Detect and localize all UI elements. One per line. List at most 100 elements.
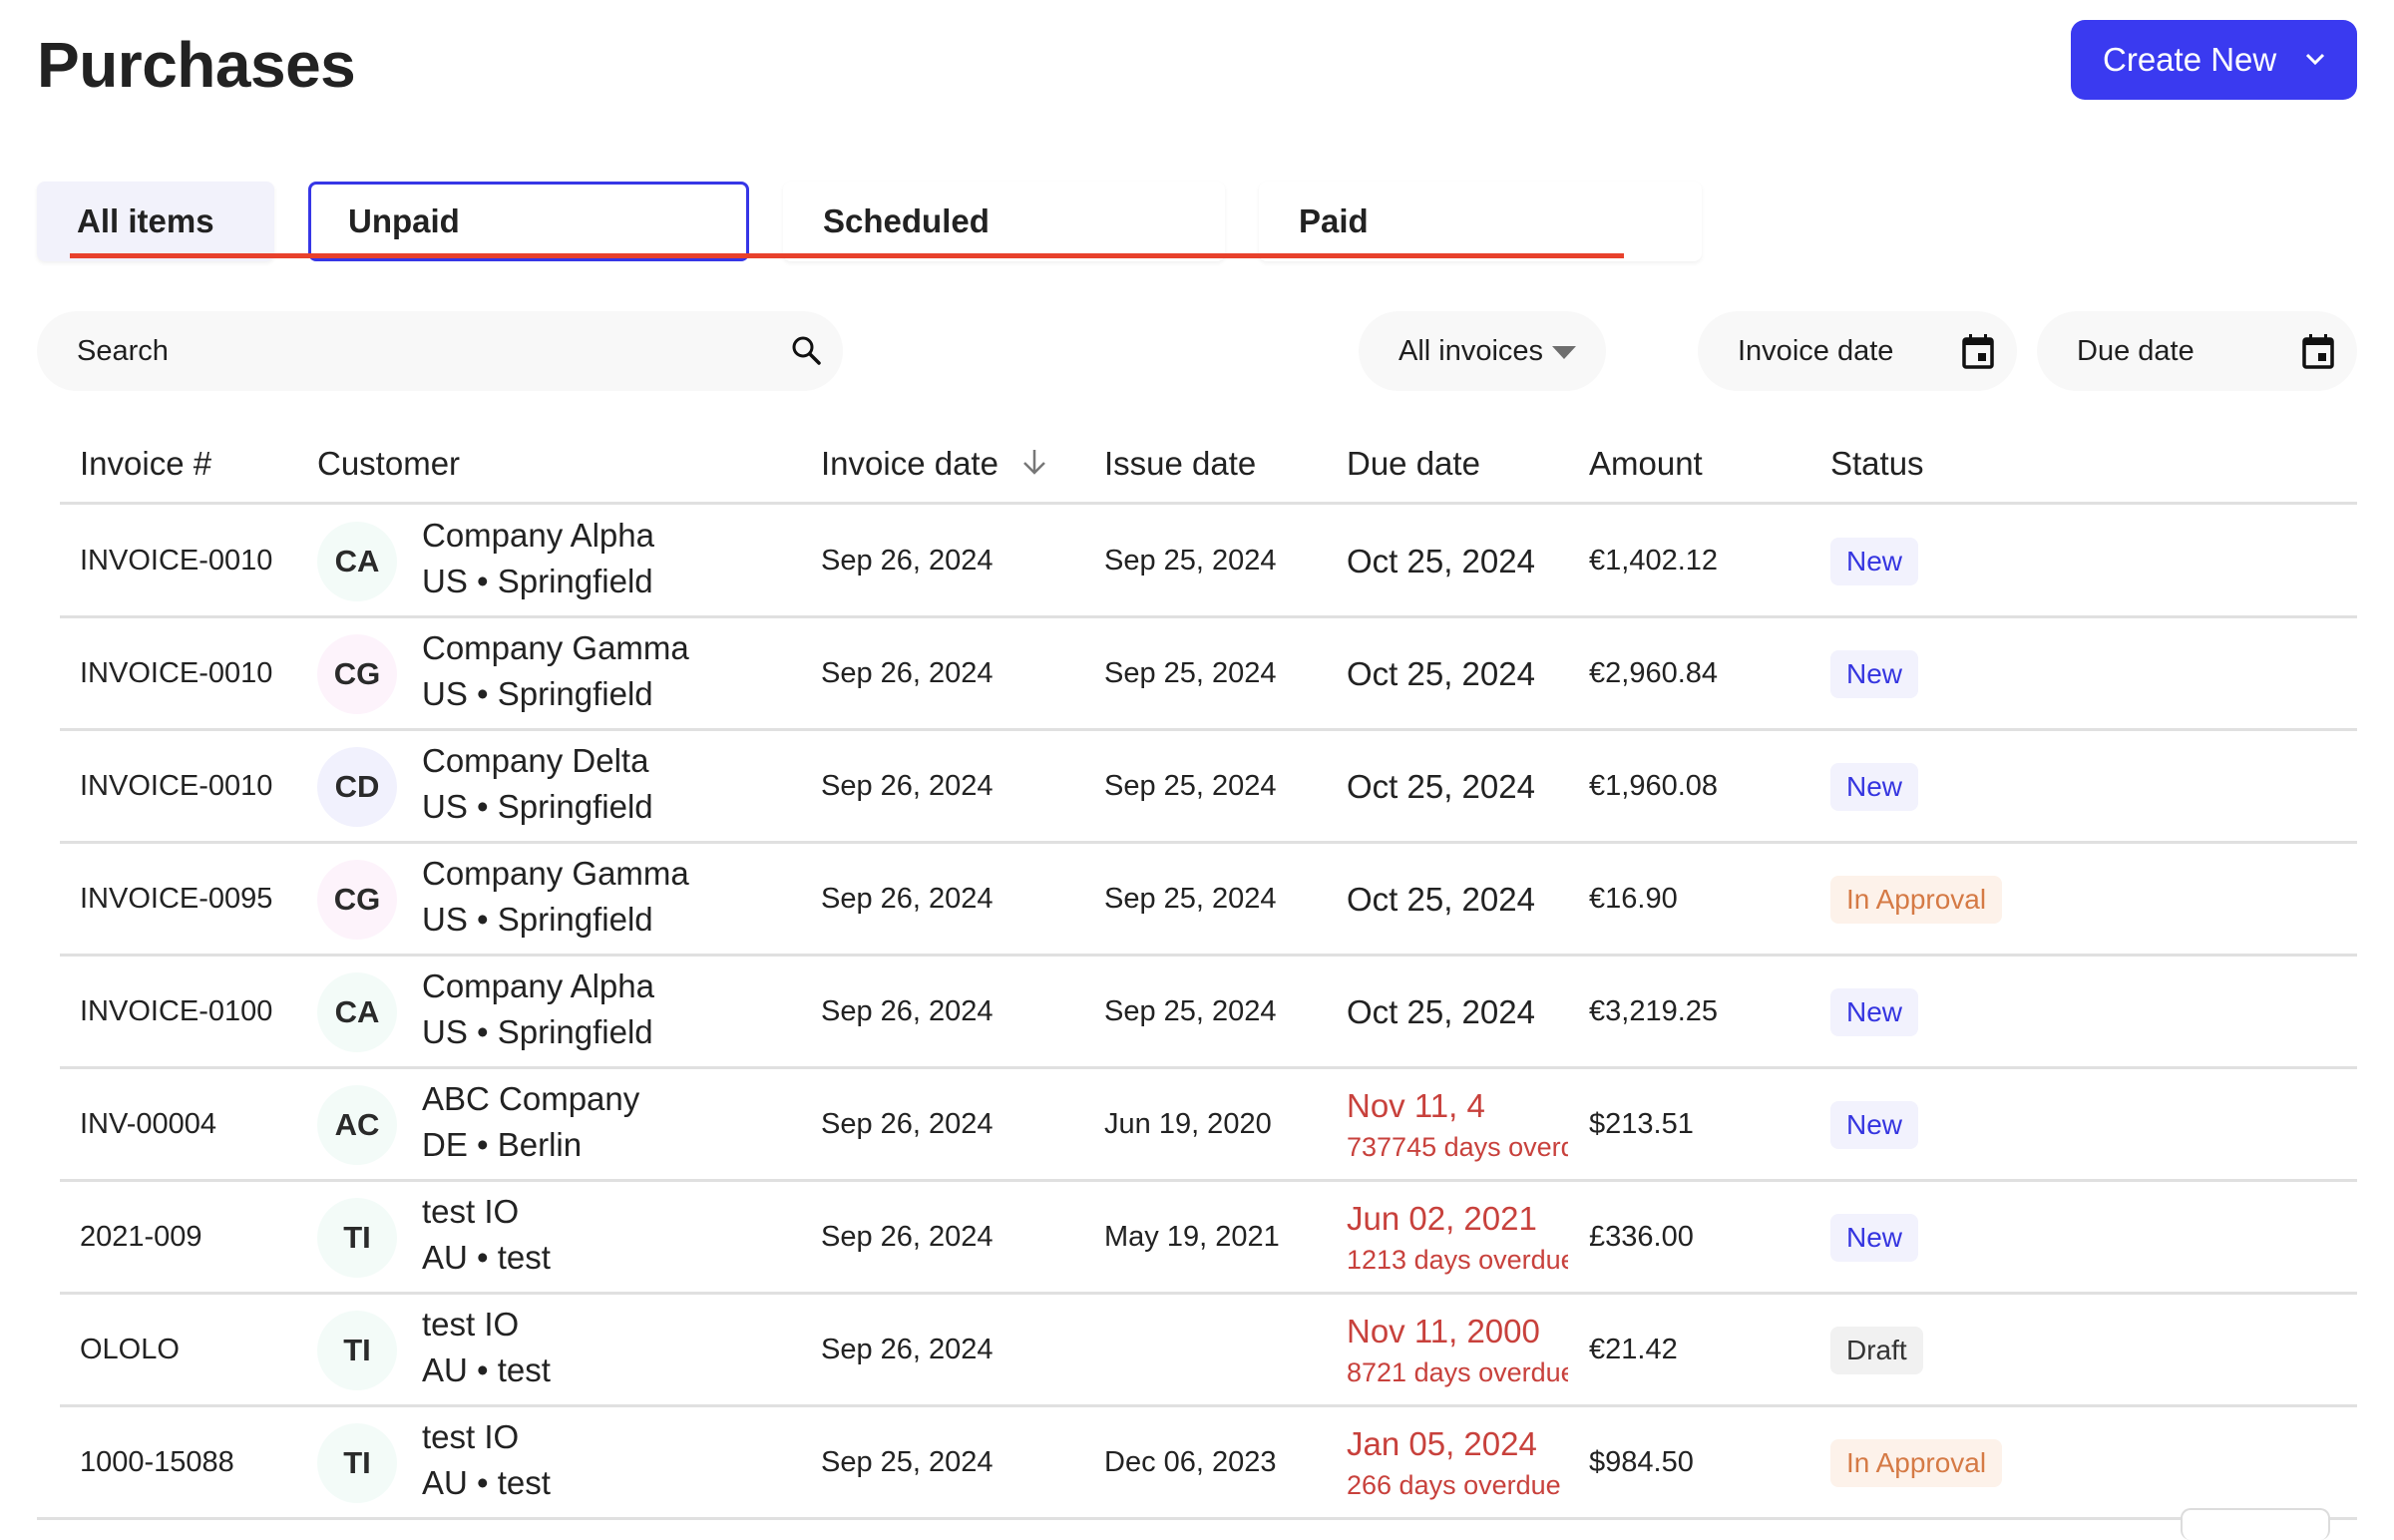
overdue-text: 1213 days overdue	[1347, 1244, 1568, 1275]
due-date-picker[interactable]: Due date	[2037, 311, 2357, 391]
due-date: Oct 25, 2024	[1347, 654, 1535, 692]
customer-cell[interactable]: ABC Company DE • Berlin	[422, 1076, 639, 1168]
table-row[interactable]: INVOICE-0010 CA Company Alpha US • Sprin…	[0, 505, 2394, 617]
column-header-invoice-date[interactable]: Invoice date	[821, 444, 1049, 486]
status-badge: In Approval	[1830, 1438, 2003, 1487]
customer-cell[interactable]: Company Gamma US • Springfield	[422, 851, 689, 943]
customer-name: test IO	[422, 1418, 520, 1455]
column-header-issue-date[interactable]: Issue date	[1104, 444, 1256, 484]
table-row[interactable]: OLOLO TI test IO AU • test Sep 26, 2024 …	[0, 1294, 2394, 1406]
invoice-date-picker[interactable]: Invoice date	[1698, 311, 2017, 391]
invoice-number[interactable]: INVOICE-0010	[80, 505, 272, 617]
invoice-number[interactable]: INVOICE-0010	[80, 730, 272, 843]
tab-paid[interactable]: Paid	[1259, 182, 1702, 261]
invoice-number[interactable]: 1000-15088	[80, 1406, 234, 1519]
customer-cell[interactable]: test IO AU • test	[422, 1414, 551, 1506]
status-badge: In Approval	[1830, 875, 2003, 924]
invoice-date-label: Invoice date	[1738, 334, 1894, 367]
avatar: TI	[317, 1311, 397, 1390]
avatar: TI	[317, 1423, 397, 1503]
amount: $984.50	[1589, 1446, 1694, 1478]
tab-unpaid[interactable]: Unpaid	[308, 182, 749, 261]
avatar: TI	[317, 1198, 397, 1278]
invoice-date: Sep 25, 2024	[821, 1446, 994, 1478]
due-date: Oct 25, 2024	[1347, 767, 1535, 805]
customer-location: AU • test	[422, 1239, 551, 1276]
invoice-number[interactable]: OLOLO	[80, 1294, 180, 1406]
customer-cell[interactable]: Company Gamma US • Springfield	[422, 625, 689, 717]
customer-cell[interactable]: Company Alpha US • Springfield	[422, 513, 654, 604]
status-badge: New	[1830, 1213, 1919, 1262]
issue-date: Sep 25, 2024	[1104, 995, 1277, 1027]
customer-name: Company Alpha	[422, 967, 654, 1004]
customer-location: DE • Berlin	[422, 1126, 583, 1163]
table-row[interactable]: INVOICE-0100 CA Company Alpha US • Sprin…	[0, 956, 2394, 1068]
chevron-down-icon	[2304, 49, 2326, 71]
table-row[interactable]: INVOICE-0095 CG Company Gamma US • Sprin…	[0, 843, 2394, 956]
calendar-icon[interactable]	[2301, 333, 2335, 377]
invoice-type-select[interactable]: All invoices	[1359, 311, 1606, 391]
invoice-number[interactable]: INV-00004	[80, 1068, 216, 1181]
table-row[interactable]: 2021-009 TI test IO AU • test Sep 26, 20…	[0, 1181, 2394, 1294]
customer-location: US • Springfield	[422, 675, 653, 712]
column-header-invoice[interactable]: Invoice #	[80, 444, 211, 484]
search-input[interactable]: Search	[37, 311, 843, 391]
invoice-date: Sep 26, 2024	[821, 1334, 994, 1365]
due-date-cell: Jun 02, 2021 1213 days overdue	[1347, 1181, 1568, 1294]
customer-cell[interactable]: Company Alpha US • Springfield	[422, 963, 654, 1055]
column-header-due-date[interactable]: Due date	[1347, 444, 1480, 484]
tab-label: Unpaid	[348, 202, 460, 239]
status-badge: New	[1830, 649, 1919, 698]
amount: €16.90	[1589, 883, 1678, 915]
customer-cell[interactable]: test IO AU • test	[422, 1302, 551, 1393]
due-date: Oct 25, 2024	[1347, 880, 1535, 918]
due-date: Nov 11, 2000	[1347, 1312, 1540, 1349]
due-date-cell: Nov 11, 2000 8721 days overdue	[1347, 1294, 1568, 1406]
column-header-status[interactable]: Status	[1830, 444, 1924, 484]
status-cell: New	[1830, 1181, 1919, 1294]
customer-location: AU • test	[422, 1464, 551, 1501]
invoice-type-value: All invoices	[1398, 334, 1544, 367]
tab-scheduled[interactable]: Scheduled	[783, 182, 1225, 261]
amount: $213.51	[1589, 1108, 1694, 1140]
invoice-number[interactable]: INVOICE-0095	[80, 843, 272, 956]
amount: €1,402.12	[1589, 545, 1719, 577]
create-new-button[interactable]: Create New	[2071, 20, 2357, 100]
due-date: Nov 11, 4	[1347, 1086, 1485, 1124]
pagination-control[interactable]	[2181, 1508, 2330, 1540]
due-date: Oct 25, 2024	[1347, 542, 1535, 579]
tab-all-items[interactable]: All items	[37, 182, 274, 261]
due-date: Oct 25, 2024	[1347, 992, 1535, 1030]
invoice-date: Sep 26, 2024	[821, 995, 994, 1027]
sort-descending-icon[interactable]	[1019, 446, 1049, 486]
caret-down-icon	[1552, 346, 1576, 359]
avatar: AC	[317, 1085, 397, 1165]
invoice-number[interactable]: INVOICE-0010	[80, 617, 272, 730]
overdue-text: 266 days overdue	[1347, 1469, 1561, 1500]
issue-date: Sep 25, 2024	[1104, 657, 1277, 689]
customer-cell[interactable]: Company Delta US • Springfield	[422, 738, 653, 830]
overdue-text: 8721 days overdue	[1347, 1356, 1568, 1387]
column-header-amount[interactable]: Amount	[1589, 444, 1703, 484]
table-row[interactable]: 1000-15088 TI test IO AU • test Sep 25, …	[0, 1406, 2394, 1519]
amount: €21.42	[1589, 1334, 1678, 1365]
invoice-number[interactable]: INVOICE-0100	[80, 956, 272, 1068]
table-row[interactable]: INVOICE-0010 CG Company Gamma US • Sprin…	[0, 617, 2394, 730]
amount: €3,219.25	[1589, 995, 1719, 1027]
issue-date: Jun 19, 2020	[1104, 1108, 1272, 1140]
customer-cell[interactable]: test IO AU • test	[422, 1189, 551, 1281]
search-icon[interactable]	[789, 333, 825, 377]
customer-name: Company Gamma	[422, 629, 689, 666]
invoice-date: Sep 26, 2024	[821, 1221, 994, 1253]
invoice-date: Sep 26, 2024	[821, 883, 994, 915]
search-placeholder: Search	[77, 334, 169, 367]
column-header-customer[interactable]: Customer	[317, 444, 460, 484]
avatar: CA	[317, 522, 397, 601]
due-date-cell: Jan 05, 2024 266 days overdue	[1347, 1406, 1568, 1519]
issue-date: May 19, 2021	[1104, 1221, 1280, 1253]
invoice-number[interactable]: 2021-009	[80, 1181, 202, 1294]
table-row[interactable]: INVOICE-0010 CD Company Delta US • Sprin…	[0, 730, 2394, 843]
calendar-icon[interactable]	[1961, 333, 1995, 377]
table-row[interactable]: INV-00004 AC ABC Company DE • Berlin Sep…	[0, 1068, 2394, 1181]
status-badge: Draft	[1830, 1326, 1923, 1374]
